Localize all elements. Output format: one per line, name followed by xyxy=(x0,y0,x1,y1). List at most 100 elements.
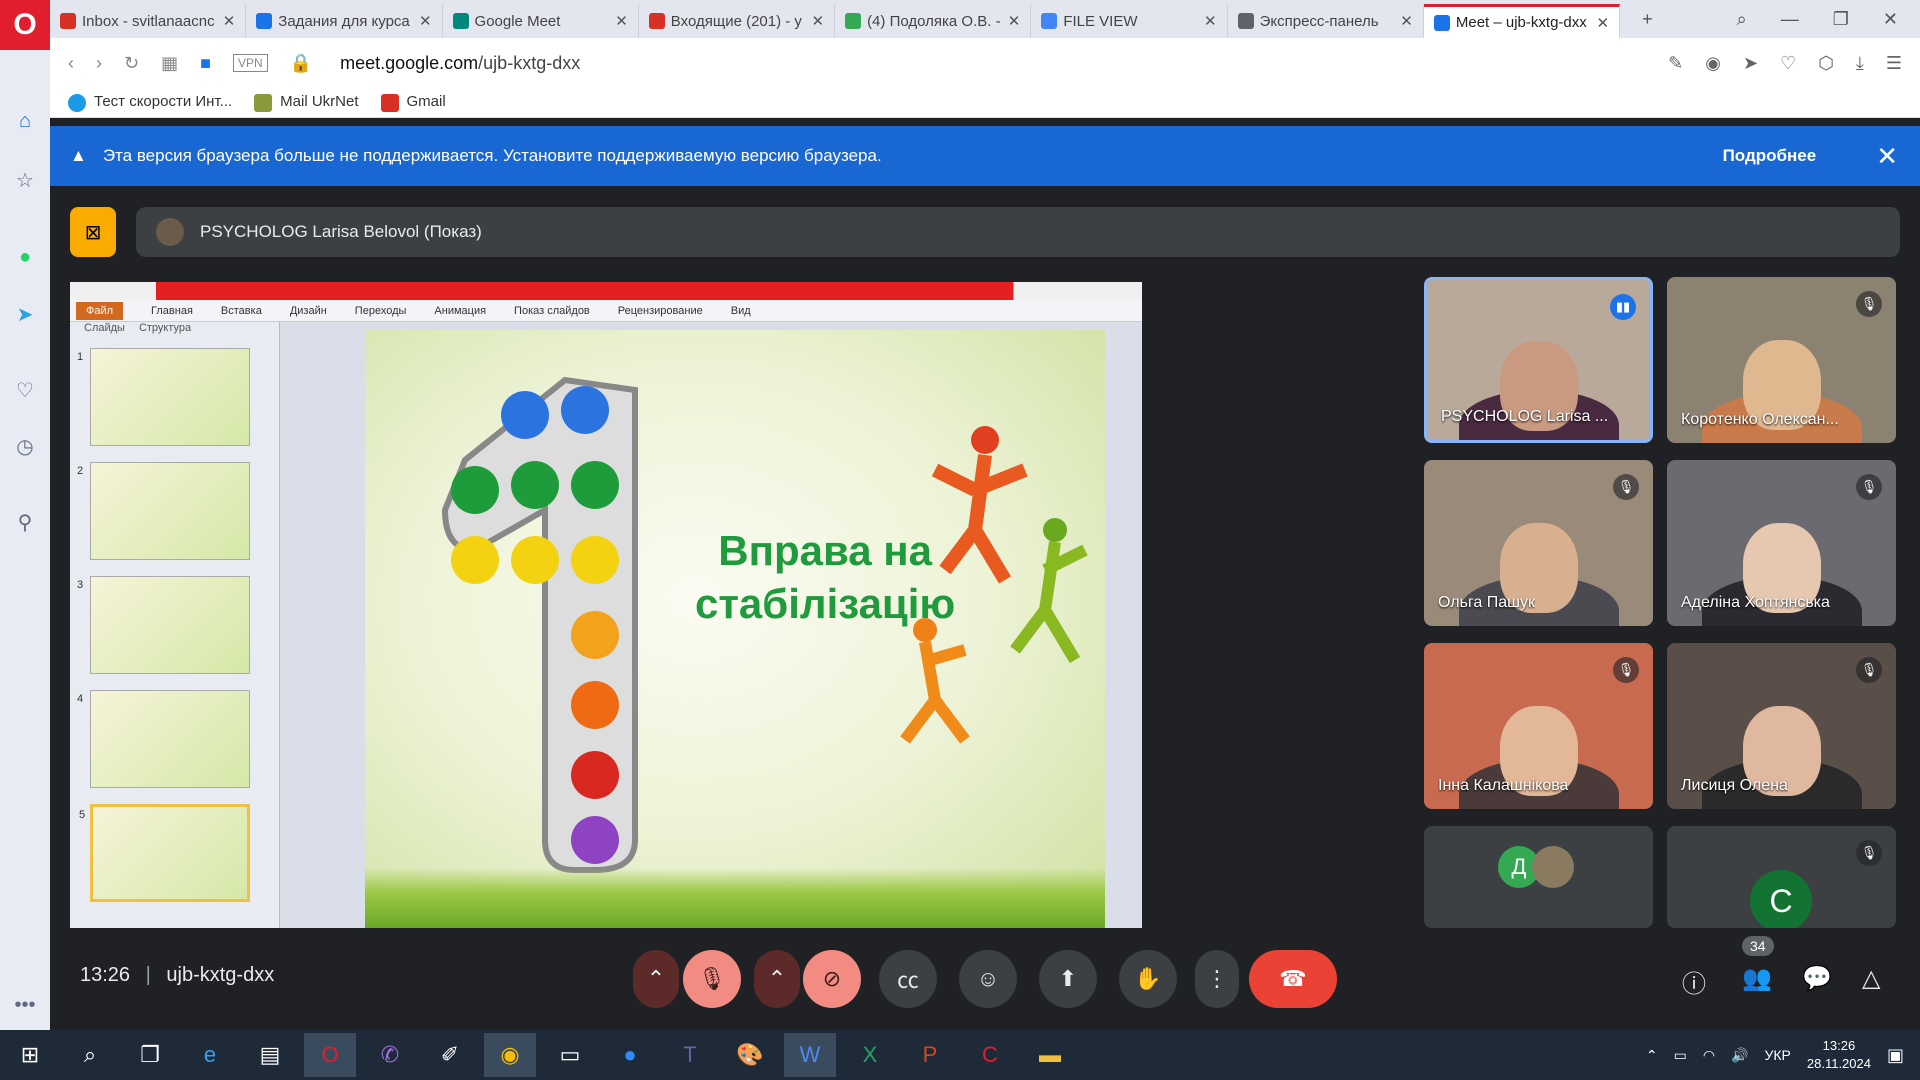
taskbar-explorer[interactable]: ▬ xyxy=(1024,1033,1076,1077)
participant-tile[interactable]: 🎙 Інна Калашнікова xyxy=(1424,643,1653,809)
tab-inbox[interactable]: Inbox - svitlanaacnc ✕ xyxy=(50,4,247,38)
feather-icon: ✐ xyxy=(440,1042,460,1067)
more-icon[interactable]: ••• xyxy=(0,994,50,1017)
camera-toggle-button[interactable]: ⊘ xyxy=(803,950,861,1008)
heart-icon[interactable]: ♡ xyxy=(0,378,50,403)
search-icon[interactable]: ⌕ xyxy=(1737,9,1747,30)
close-icon[interactable]: ✕ xyxy=(223,12,236,30)
more-info-link[interactable]: Подробнее xyxy=(1723,146,1817,166)
audio-options-button[interactable]: ⌃ xyxy=(633,950,679,1008)
taskbar-teams[interactable]: T xyxy=(664,1033,716,1077)
input-language[interactable]: УКР xyxy=(1764,1047,1790,1063)
more-options-button[interactable]: ⋮ xyxy=(1195,950,1239,1008)
taskbar-edge[interactable]: e xyxy=(184,1033,236,1077)
participant-tile[interactable]: 🎙 Ольга Пашук xyxy=(1424,460,1653,626)
others-tile[interactable]: Д xyxy=(1424,826,1653,928)
shared-screen[interactable]: Файл Главная Вставка Дизайн Переходы Ани… xyxy=(70,282,1142,928)
reload-icon[interactable]: ↻ xyxy=(124,53,139,74)
battery-icon[interactable]: ▭ xyxy=(1674,1047,1687,1064)
taskbar-powerpoint[interactable]: P xyxy=(904,1033,956,1077)
participant-tile[interactable]: 🎙 Коротенко Олексан... xyxy=(1667,277,1896,443)
tab-meet-active[interactable]: Meet – ujb-kxtg-dxx ✕ xyxy=(1423,4,1621,38)
tab-speed-dial[interactable]: Экспресс-панель ✕ xyxy=(1228,4,1424,38)
pin-icon[interactable]: ⚲ xyxy=(0,510,50,535)
participant-tile[interactable]: ▮▮ PSYCHOLOG Larisa ... xyxy=(1424,277,1653,443)
forward-icon[interactable]: › xyxy=(96,53,102,74)
taskbar-app-c[interactable]: C xyxy=(964,1033,1016,1077)
bookmark-gmail[interactable]: Gmail xyxy=(380,93,446,112)
close-icon[interactable]: ✕ xyxy=(811,12,824,30)
tab-classroom[interactable]: Задания для курса ✕ xyxy=(246,4,443,38)
wifi-icon[interactable]: ◠ xyxy=(1703,1047,1715,1064)
present-button[interactable]: ⬆ xyxy=(1039,950,1097,1008)
reactions-button[interactable]: ☺ xyxy=(959,950,1017,1008)
taskbar-zoom[interactable]: ● xyxy=(604,1033,656,1077)
snapshot-icon[interactable]: ◉ xyxy=(1705,53,1721,74)
camera-icon[interactable]: ■ xyxy=(200,53,211,74)
participant-tile[interactable]: 🎙 С xyxy=(1667,826,1896,928)
start-button[interactable]: ⊞ xyxy=(4,1033,56,1077)
participant-tile[interactable]: 🎙 Аделіна Хоптянська xyxy=(1667,460,1896,626)
cube-icon[interactable]: ⬡ xyxy=(1818,53,1834,74)
people-button[interactable]: 👥 xyxy=(1742,964,1772,993)
tab-podolyaka[interactable]: (4) Подоляка О.В. - ✕ xyxy=(835,4,1032,38)
bookmark-mail-ukrnet[interactable]: Mail UkrNet xyxy=(254,93,359,112)
history-icon[interactable]: ◷ xyxy=(0,434,50,459)
clock[interactable]: 13:26 28.11.2024 xyxy=(1807,1037,1871,1073)
activities-button[interactable]: △ xyxy=(1862,964,1880,993)
vpn-badge[interactable]: VPN xyxy=(232,54,268,72)
tab-inbox-ru[interactable]: Входящие (201) - y ✕ xyxy=(639,4,836,38)
close-icon[interactable]: ✕ xyxy=(419,12,432,30)
bookmark-heart-icon[interactable]: ♡ xyxy=(1780,53,1796,74)
menu-icon[interactable]: ☰ xyxy=(1886,53,1902,74)
participant-tile[interactable]: 🎙 Лисиця Олена xyxy=(1667,643,1896,809)
close-icon[interactable]: ✕ xyxy=(615,12,628,30)
close-window-icon[interactable]: ✕ xyxy=(1883,9,1898,30)
taskbar-excel[interactable]: X xyxy=(844,1033,896,1077)
tray-expand-icon[interactable]: ⌃ xyxy=(1646,1047,1658,1064)
notifications-icon[interactable]: ▣ xyxy=(1887,1045,1904,1066)
edit-icon[interactable]: ✎ xyxy=(1668,53,1683,74)
video-options-button[interactable]: ⌃ xyxy=(754,950,800,1008)
tab-file-view[interactable]: FILE VIEW ✕ xyxy=(1031,4,1228,38)
download-icon[interactable]: ⤓ xyxy=(1856,53,1864,74)
telegram-icon[interactable]: ➤ xyxy=(0,302,50,327)
captions-button[interactable]: ㏄ xyxy=(879,950,937,1008)
back-icon[interactable]: ‹ xyxy=(68,53,74,74)
taskbar-paint[interactable]: 🎨 xyxy=(724,1033,776,1077)
close-icon[interactable]: ✕ xyxy=(1204,12,1217,30)
volume-icon[interactable]: 🔊 xyxy=(1731,1047,1748,1064)
tabs-grid-icon[interactable]: ▦ xyxy=(161,53,178,74)
new-tab-icon[interactable]: + xyxy=(1642,9,1653,30)
task-view[interactable]: ❐ xyxy=(124,1033,176,1077)
taskbar-chrome[interactable]: ◉ xyxy=(484,1033,536,1077)
opera-logo-icon[interactable]: O xyxy=(0,0,50,50)
taskbar-search[interactable]: ⌕ xyxy=(64,1033,116,1077)
taskbar-app[interactable]: ✐ xyxy=(424,1033,476,1077)
taskbar-word[interactable]: W xyxy=(784,1033,836,1077)
url-field[interactable]: meet.google.com/ujb-kxtg-dxx xyxy=(340,53,580,74)
word-icon: W xyxy=(799,1042,821,1067)
meeting-details-button[interactable]: ⓘ xyxy=(1682,964,1706,999)
taskbar-monitor[interactable]: ▭ xyxy=(544,1033,596,1077)
mic-toggle-button[interactable]: 🎙 xyxy=(683,950,741,1008)
taskbar-opera[interactable]: O xyxy=(304,1033,356,1077)
home-icon[interactable]: ⌂ xyxy=(0,110,50,133)
taskbar-viber[interactable]: ✆ xyxy=(364,1033,416,1077)
taskbar-notepad[interactable]: ▤ xyxy=(244,1033,296,1077)
raise-hand-button[interactable]: ✋ xyxy=(1119,950,1177,1008)
whatsapp-icon[interactable]: ● xyxy=(0,246,50,269)
leave-call-button[interactable]: ☎ xyxy=(1249,950,1337,1008)
close-icon[interactable]: ✕ xyxy=(1400,12,1413,30)
restore-icon[interactable]: ❐ xyxy=(1833,9,1849,30)
stop-presenting-button[interactable]: ⊠ xyxy=(70,207,116,257)
bookmark-speedtest[interactable]: Тест скорости Инт... xyxy=(68,93,232,112)
minimize-icon[interactable]: — xyxy=(1781,9,1799,30)
chat-button[interactable]: 💬 xyxy=(1802,964,1832,993)
tab-google-meet[interactable]: Google Meet ✕ xyxy=(443,4,639,38)
close-icon[interactable]: ✕ xyxy=(1008,12,1021,30)
close-banner-icon[interactable]: ✕ xyxy=(1876,141,1898,172)
send-icon[interactable]: ➤ xyxy=(1743,53,1758,74)
star-icon[interactable]: ☆ xyxy=(0,168,50,193)
close-icon[interactable]: ✕ xyxy=(1597,14,1610,32)
